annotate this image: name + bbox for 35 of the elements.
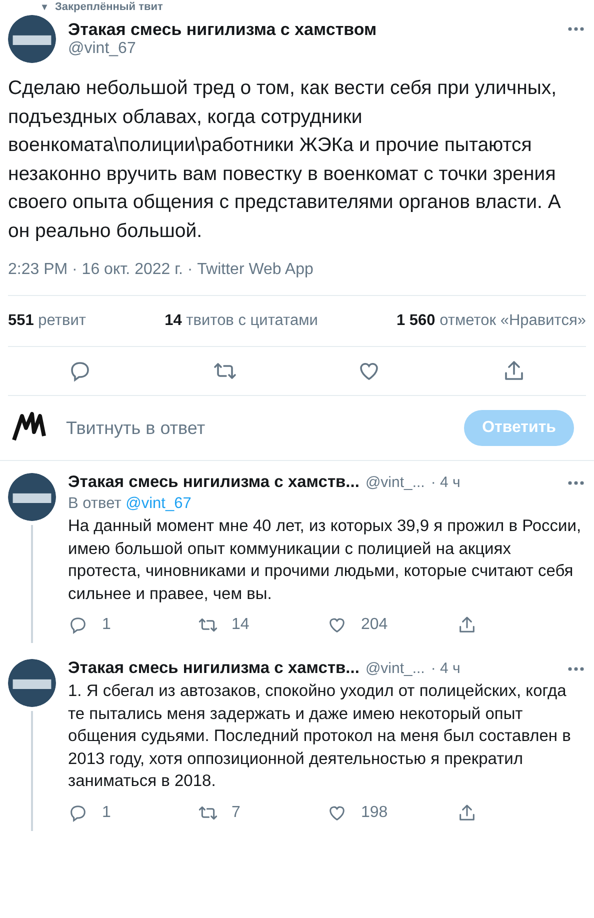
avatar-image[interactable] [8, 659, 56, 707]
author-handle[interactable]: @vint_... [365, 474, 425, 491]
tweet-time[interactable]: · 4 ч [430, 660, 460, 677]
author-name[interactable]: Этакая смесь нигилизма с хамств... [68, 473, 360, 492]
author-name[interactable]: Этакая смесь нигилизма с хамством [68, 20, 554, 40]
avatar-image[interactable] [8, 473, 56, 521]
mention-link[interactable]: @vint_67 [126, 495, 192, 512]
reply-count: 1 [102, 616, 111, 634]
reply-icon[interactable] [68, 802, 88, 822]
tweet-text: 1. Я сбегал из автозаков, спокойно уходил от полицейских, когда те пытались меня задержать и даже имею некоторый опыт общения судьями. Последний протокол на меня был составлен в 2013 году, хотя оппозиционной деятельностью я прекратил заниматься в 2018. [68, 681, 572, 792]
retweet-count: 7 [232, 804, 240, 822]
avatar-image[interactable] [8, 15, 56, 63]
stat-count[interactable]: 551 ретвит [8, 312, 86, 330]
share-icon[interactable] [456, 802, 476, 822]
like-count: 198 [361, 804, 388, 822]
more-icon[interactable] [566, 666, 586, 672]
author-handle[interactable]: @vint_... [365, 660, 425, 677]
more-icon[interactable] [566, 480, 586, 486]
like-count: 204 [361, 616, 388, 634]
stat-count[interactable]: 14 твитов с цитатами [164, 312, 318, 330]
reply-to-label: В ответ [68, 495, 122, 512]
pin-icon [40, 2, 49, 12]
reply-count: 1 [102, 804, 111, 822]
tweet-text: Сделаю небольшой тред о том, как вести себя при уличных, подъездных облавах, когда сотрудники военкомата\полиции\работники ЖЭКа и прочие пытаются незаконно вручить вам повестку в военкомат с точки зрения своего опыта общения с представителями органов власти. А он реально большой. [8, 76, 562, 244]
author-handle[interactable]: @vint_67 [68, 40, 554, 58]
more-icon[interactable] [566, 26, 586, 32]
share-icon[interactable] [456, 615, 476, 635]
tweet-timestamp[interactable]: 2:23 PM · 16 окт. 2022 г. · Twitter Web App [8, 261, 586, 296]
stat-count[interactable]: 1 560 отметок «Нравится» [396, 312, 586, 330]
retweet-count: 14 [232, 616, 250, 634]
reply-icon[interactable] [68, 615, 88, 635]
tweet-time[interactable]: · 4 ч [430, 474, 460, 491]
author-name[interactable]: Этакая смесь нигилизма с хамств... [68, 659, 360, 678]
tweet-text: На данный момент мне 40 лет, из которых 39,9 я прожил в России, имею большой опыт коммуникации с полицией на акциях протеста, чиновниками и прочими людьми, которые считают себя сильнее и правее, чем вы. [68, 516, 582, 604]
pinned-label: Закреплённый твит [55, 1, 163, 13]
